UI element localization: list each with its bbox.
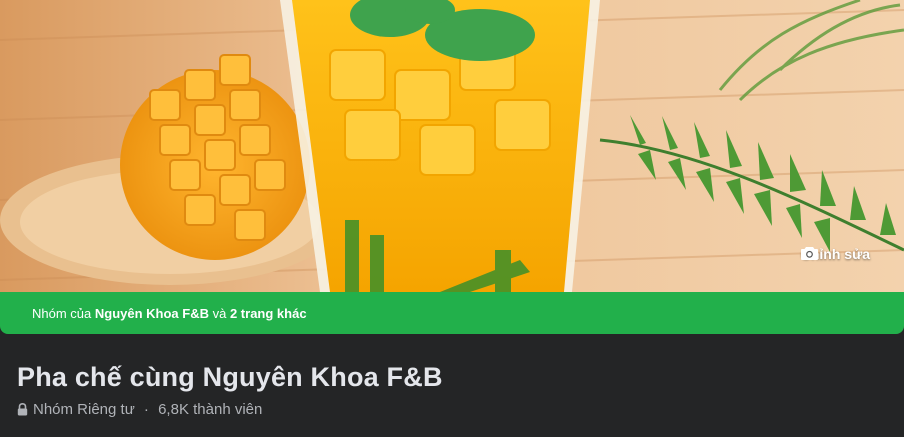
group-title[interactable]: Pha chế cùng Nguyên Khoa F&B bbox=[17, 362, 443, 393]
cover-photo: Chỉnh sửa bbox=[0, 0, 904, 292]
banner-prefix: Nhóm của bbox=[32, 305, 95, 321]
privacy-label: Nhóm Riêng tư bbox=[33, 401, 135, 418]
group-owner-banner: Nhóm của Nguyên Khoa F&B và 2 trang khác bbox=[0, 292, 904, 334]
lock-icon bbox=[17, 403, 28, 416]
banner-joiner: và bbox=[209, 305, 230, 321]
edit-cover-button[interactable]: Chỉnh sửa bbox=[800, 246, 870, 262]
camera-icon bbox=[800, 247, 818, 260]
banner-others-link[interactable]: 2 trang khác bbox=[230, 306, 307, 321]
cover-image bbox=[0, 0, 904, 292]
group-meta: Nhóm Riêng tư · 6,8K thành viên bbox=[17, 401, 262, 418]
banner-owner-link[interactable]: Nguyên Khoa F&B bbox=[95, 306, 209, 321]
member-count[interactable]: 6,8K thành viên bbox=[158, 401, 262, 418]
meta-separator: · bbox=[139, 401, 154, 418]
